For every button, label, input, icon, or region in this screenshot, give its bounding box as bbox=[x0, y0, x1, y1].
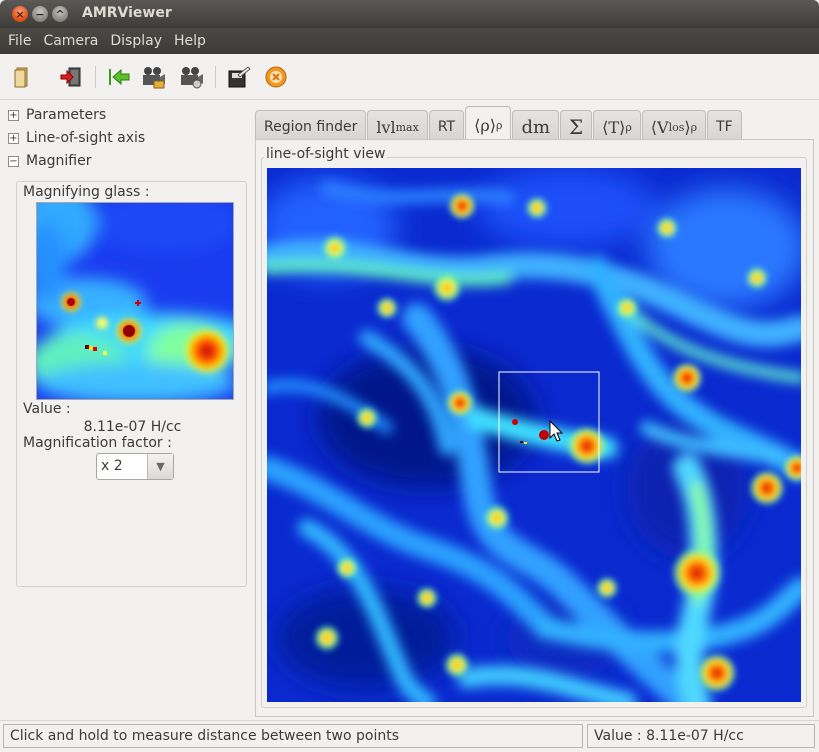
statusbar: Click and hold to measure distance betwe… bbox=[0, 720, 819, 752]
tab-subscript: los bbox=[668, 120, 685, 134]
menu-display[interactable]: Display bbox=[104, 28, 168, 54]
tab-label: dm bbox=[521, 116, 551, 138]
open-icon[interactable] bbox=[10, 64, 36, 90]
toolbar-separator bbox=[215, 66, 216, 88]
expander-magnifier[interactable]: − Magnifier bbox=[8, 151, 92, 171]
toolbar bbox=[0, 54, 819, 100]
exit-icon[interactable] bbox=[58, 64, 84, 90]
value-label: Value : bbox=[23, 401, 71, 417]
tab-density[interactable]: ⟨ρ⟩ ρ bbox=[465, 106, 512, 143]
magnifier-frame: Magnifying glass : Value: 8.11e-07 H/cc… bbox=[16, 181, 247, 587]
magnification-factor-dropdown[interactable]: x 2 ▼ bbox=[96, 453, 174, 480]
tab-label: ⟨T⟩ bbox=[602, 117, 626, 137]
minimize-window-button[interactable]: − bbox=[32, 6, 48, 22]
save-icon[interactable] bbox=[226, 64, 252, 90]
expander-label: Line-of-sight axis bbox=[26, 130, 146, 146]
window-titlebar: × − ^ AMRViewer bbox=[0, 0, 819, 28]
side-panel: + Parameters + Line-of-sight axis − Magn… bbox=[0, 101, 253, 718]
camera-icon[interactable] bbox=[140, 64, 166, 90]
menu-file[interactable]: File bbox=[2, 28, 37, 54]
value-readout: 8.11e-07 H/cc bbox=[83, 419, 182, 435]
record-icon[interactable] bbox=[263, 64, 289, 90]
tab-subscript: ρ bbox=[625, 120, 632, 134]
tab-label: ⟨ρ⟩ bbox=[474, 115, 496, 135]
tab-subscript: ρ bbox=[690, 120, 698, 134]
tab-label: RT bbox=[437, 119, 456, 135]
expand-icon: + bbox=[8, 109, 19, 121]
window-title: AMRViewer bbox=[82, 5, 172, 21]
tab-label: lvl bbox=[376, 117, 396, 137]
tab-label: TF bbox=[716, 119, 733, 135]
tab-subscript: ρ bbox=[495, 118, 503, 132]
camera-settings-icon[interactable] bbox=[178, 64, 204, 90]
magnifying-glass-image bbox=[36, 202, 234, 400]
menubar: File Camera Display Help bbox=[0, 28, 819, 54]
status-value: Value : 8.11e-07 H/cc bbox=[587, 724, 815, 748]
dropdown-arrow-icon[interactable]: ▼ bbox=[147, 454, 173, 479]
tab-label: ⟨V bbox=[650, 117, 669, 137]
magnifier-title: Magnifying glass : bbox=[23, 184, 150, 200]
menu-help[interactable]: Help bbox=[168, 28, 212, 54]
collapse-icon: − bbox=[8, 155, 19, 167]
menu-camera[interactable]: Camera bbox=[37, 28, 104, 54]
maximize-window-button[interactable]: ^ bbox=[52, 6, 68, 22]
tab-subscript: max bbox=[395, 120, 419, 134]
tab-label: Region finder bbox=[264, 119, 358, 135]
magnification-factor-label: Magnification factor : bbox=[23, 435, 172, 451]
expander-parameters[interactable]: + Parameters bbox=[8, 105, 106, 125]
status-message: Click and hold to measure distance betwe… bbox=[3, 724, 583, 748]
expander-label: Magnifier bbox=[26, 153, 92, 169]
tab-label: Σ bbox=[569, 115, 584, 139]
expander-line-of-sight-axis[interactable]: + Line-of-sight axis bbox=[8, 128, 145, 148]
line-of-sight-view[interactable] bbox=[267, 168, 801, 702]
dropdown-value: x 2 bbox=[101, 458, 123, 474]
line-of-sight-title: line-of-sight view bbox=[264, 146, 388, 162]
close-window-button[interactable]: × bbox=[12, 6, 28, 22]
expand-icon: + bbox=[8, 132, 19, 144]
back-arrow-icon[interactable] bbox=[106, 64, 132, 90]
tab-bar: Region finder lvl max RT ⟨ρ⟩ ρ dm Σ ⟨T⟩ ρ ⟨… bbox=[255, 106, 743, 143]
expander-label: Parameters bbox=[26, 107, 107, 123]
toolbar-separator bbox=[95, 66, 96, 88]
